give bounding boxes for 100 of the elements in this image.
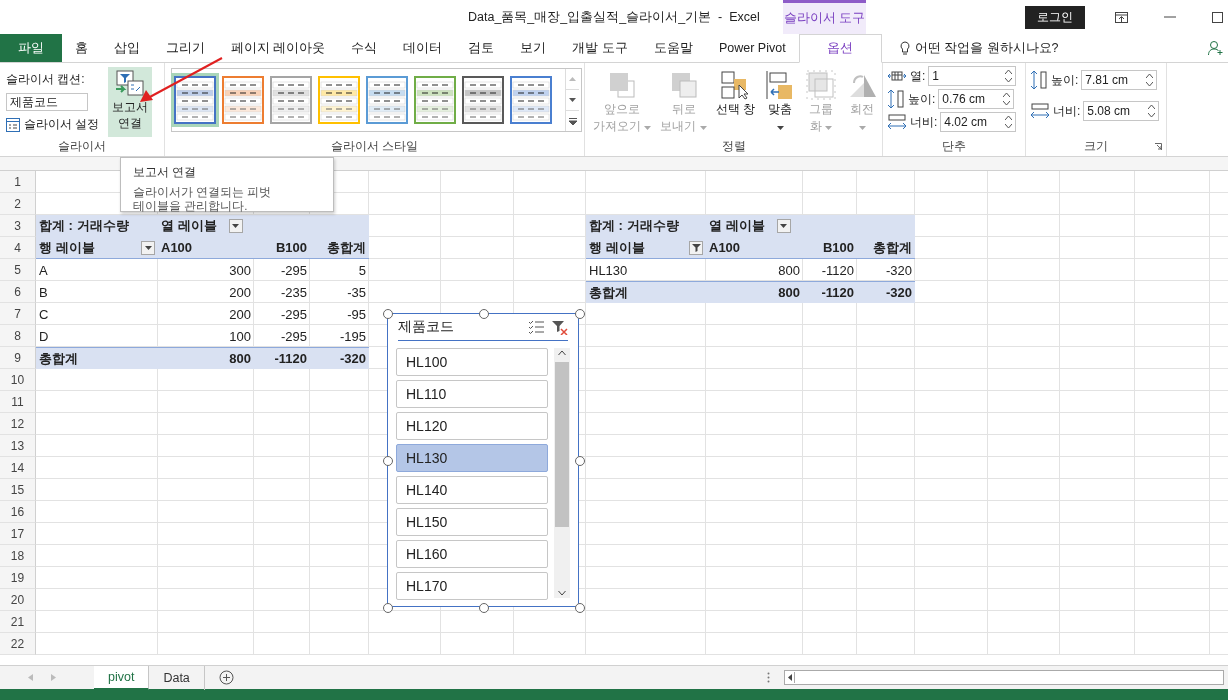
- row-number[interactable]: 16: [0, 501, 36, 523]
- row-number[interactable]: 8: [0, 325, 36, 347]
- resize-handle[interactable]: [575, 456, 585, 466]
- ribbon-tab[interactable]: 파일: [0, 34, 62, 62]
- row-number[interactable]: 12: [0, 413, 36, 435]
- row-number[interactable]: 14: [0, 457, 36, 479]
- add-sheet-icon[interactable]: [218, 670, 234, 685]
- slicer-style-option[interactable]: [414, 76, 456, 124]
- resize-handle[interactable]: [479, 603, 489, 613]
- share-icon[interactable]: [1208, 40, 1224, 56]
- dialog-launcher-icon[interactable]: [1155, 143, 1162, 150]
- row-number[interactable]: 1: [0, 171, 36, 193]
- row-number[interactable]: 3: [0, 215, 36, 237]
- filter-icon[interactable]: [689, 240, 703, 255]
- ribbon-tab[interactable]: 보기: [507, 34, 560, 62]
- sheet-tab[interactable]: pivot: [94, 665, 150, 690]
- group-label: 정렬: [721, 139, 746, 153]
- vertical-scrollbar[interactable]: [554, 348, 570, 598]
- row-number[interactable]: 6: [0, 281, 36, 303]
- more-options-icon[interactable]: [767, 672, 770, 683]
- slicer-item[interactable]: HL120: [396, 412, 548, 440]
- report-connection-button[interactable]: 보고서 연결: [108, 67, 153, 137]
- slicer-style-option[interactable]: [366, 76, 408, 124]
- row-number[interactable]: 21: [0, 611, 36, 633]
- slicer-style-option[interactable]: [270, 76, 312, 124]
- caption-field[interactable]: 제품코드: [6, 93, 88, 111]
- slicer-item[interactable]: HL150: [396, 508, 548, 536]
- slicer-item[interactable]: HL100: [396, 348, 548, 376]
- ribbon-tab[interactable]: 삽입: [101, 34, 153, 62]
- spin-field[interactable]: 0.76 cm: [938, 89, 1015, 109]
- tooltip-title: 보고서 연결: [133, 164, 198, 181]
- resize-handle[interactable]: [479, 309, 489, 319]
- login-button[interactable]: 로그인: [1025, 5, 1085, 29]
- pivot-cell: 열 레이블: [161, 217, 217, 235]
- ribbon-tab[interactable]: 홈: [62, 34, 101, 62]
- ribbon-tab[interactable]: 데이터: [390, 34, 456, 62]
- row-number[interactable]: 19: [0, 567, 36, 589]
- resize-handle[interactable]: [383, 309, 393, 319]
- ribbon-tab[interactable]: 도움말: [640, 34, 706, 62]
- slicer-style-option[interactable]: [174, 76, 216, 124]
- multi-select-icon[interactable]: [528, 320, 544, 334]
- row-number[interactable]: 2: [0, 193, 36, 215]
- pivot-cell-text: 200: [228, 305, 252, 324]
- pivot-cell-text: 5: [357, 261, 367, 280]
- row-number[interactable]: 4: [0, 237, 36, 259]
- resize-handle[interactable]: [383, 603, 393, 613]
- slicer-style-option[interactable]: [462, 76, 504, 124]
- slicer-style-option[interactable]: [510, 76, 552, 124]
- resize-handle[interactable]: [383, 456, 393, 466]
- ribbon-tab[interactable]: 그리기: [153, 34, 218, 62]
- spinner-arrows-icon[interactable]: [1003, 92, 1011, 106]
- spin-field[interactable]: 1: [928, 66, 1017, 86]
- row-number[interactable]: 13: [0, 435, 36, 457]
- spin-field[interactable]: 5.08 cm: [1083, 101, 1160, 121]
- scroll-down-icon[interactable]: [558, 588, 566, 598]
- row-number[interactable]: 10: [0, 369, 36, 391]
- slicer-item[interactable]: HL160: [396, 540, 548, 568]
- slicer-item[interactable]: HL130: [396, 444, 548, 472]
- resize-handle[interactable]: [575, 603, 585, 613]
- scroll-up-icon[interactable]: [558, 348, 566, 358]
- slicer-item[interactable]: HL170: [396, 572, 548, 600]
- row-number[interactable]: 22: [0, 633, 36, 655]
- row-number[interactable]: 9: [0, 347, 36, 369]
- tell-me-field[interactable]: 어떤 작업을 원하시나요?: [914, 39, 1059, 57]
- row-number[interactable]: 20: [0, 589, 36, 611]
- spinner-arrows-icon[interactable]: [1005, 115, 1013, 129]
- row-number[interactable]: 18: [0, 545, 36, 567]
- ribbon-tab[interactable]: 개발 도구: [559, 34, 641, 62]
- slicer-settings-button[interactable]: 슬라이서 설정: [6, 116, 100, 133]
- spinner-arrows-icon[interactable]: [1148, 104, 1156, 118]
- slicer-item[interactable]: HL140: [396, 476, 548, 504]
- spinner-arrows-icon[interactable]: [1005, 69, 1013, 83]
- resize-handle[interactable]: [575, 309, 585, 319]
- ribbon-button[interactable]: 맞춤: [760, 67, 801, 137]
- spin-field[interactable]: 7.81 cm: [1081, 70, 1158, 90]
- ribbon-tab[interactable]: 페이지 레이아웃: [218, 34, 339, 62]
- ribbon-tab[interactable]: 수식: [338, 34, 391, 62]
- dropdown-button[interactable]: [228, 219, 243, 233]
- maximize-icon[interactable]: [1212, 11, 1223, 23]
- clear-filter-icon[interactable]: [552, 319, 568, 335]
- slicer-style-option[interactable]: [222, 76, 264, 124]
- row-number[interactable]: 17: [0, 523, 36, 545]
- row-number[interactable]: 7: [0, 303, 36, 325]
- scroll-left-icon[interactable]: [785, 672, 795, 683]
- dropdown-button[interactable]: [141, 240, 155, 255]
- dropdown-button[interactable]: [776, 219, 791, 233]
- row-number[interactable]: 11: [0, 391, 36, 413]
- row-number[interactable]: 5: [0, 259, 36, 281]
- horizontal-scrollbar[interactable]: [784, 670, 1224, 685]
- pivot-cell-text: -235: [279, 283, 308, 302]
- spinner-arrows-icon[interactable]: [1146, 73, 1154, 87]
- ribbon-tab[interactable]: 검토: [455, 34, 508, 62]
- slicer-panel[interactable]: 제품코드 HL100 HL110 HL120 HL130 HL140 HL150 HL160 HL170: [387, 313, 579, 607]
- ribbon-tab[interactable]: Power Pivot: [705, 34, 799, 62]
- spin-field[interactable]: 4.02 cm: [940, 112, 1017, 132]
- ribbon-button[interactable]: 선택 창: [711, 67, 760, 120]
- ribbon-tab[interactable]: 옵션: [798, 34, 882, 63]
- row-number[interactable]: 15: [0, 479, 36, 501]
- ribbon-display-icon[interactable]: [1115, 11, 1128, 23]
- slicer-item[interactable]: HL110: [396, 380, 548, 408]
